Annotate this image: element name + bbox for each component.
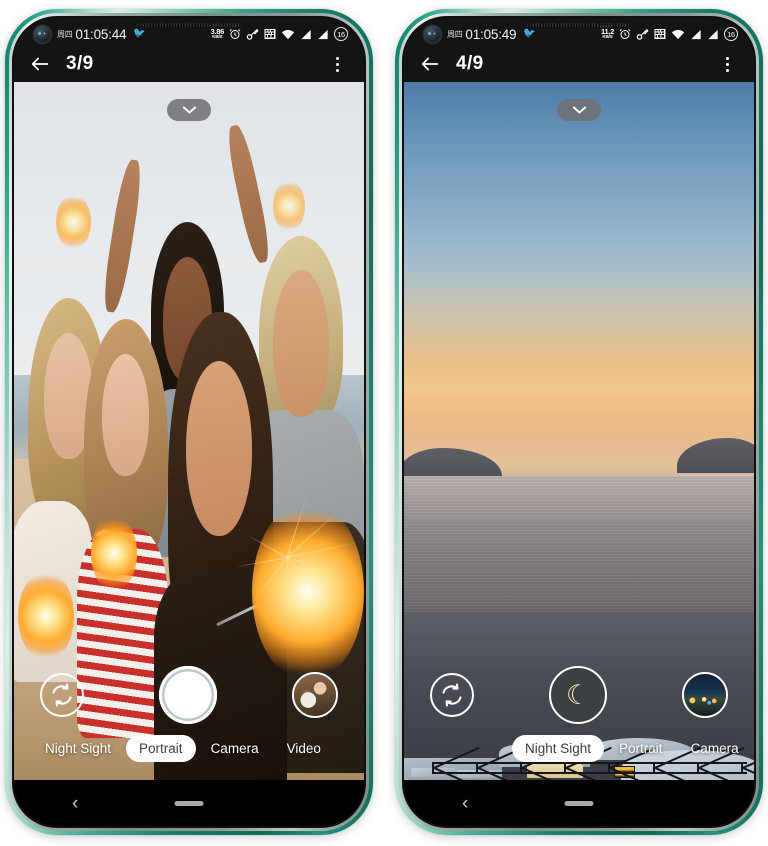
signal-icon: [690, 29, 702, 40]
sparkler-flare-top-right: [273, 179, 305, 233]
battery-indicator: 16: [334, 27, 348, 41]
network-speed-unit: KB/S: [602, 34, 613, 40]
qr-badge-icon: [264, 28, 276, 40]
app-bar: 3/9: [14, 46, 364, 82]
nav-home-pill[interactable]: [564, 800, 594, 806]
gallery-thumbnail-button[interactable]: [682, 672, 728, 718]
mode-camera[interactable]: Camera: [678, 735, 752, 762]
thumbnail-image: [294, 674, 336, 716]
page-title: 4/9: [456, 53, 484, 74]
person-b-face: [101, 354, 149, 477]
shutter-button[interactable]: [159, 666, 217, 724]
speaker-grille-icon: [137, 23, 241, 27]
mode-camera[interactable]: Camera: [198, 735, 272, 762]
network-speed-indicator: 11.2 KB/S: [601, 28, 614, 40]
alarm-icon: [229, 28, 241, 40]
app-bar: 4/9: [404, 46, 754, 82]
wifi-icon: [671, 29, 685, 40]
sparkler-flare-top-left: [56, 193, 91, 250]
signal-icon: [300, 29, 312, 40]
phone-left: 周四 01:05:44 🐦 3.86 KB/S 16 3/9 Night Sig…: [5, 9, 373, 835]
camera-viewfinder[interactable]: ☾ Night Sight Portrait Camera Video: [404, 82, 754, 780]
status-bar-left: 周四 01:05:44 🐦: [34, 25, 146, 43]
gallery-thumbnail-button[interactable]: [292, 672, 338, 718]
nav-back-button[interactable]: ‹: [72, 794, 78, 813]
overflow-menu-icon[interactable]: [326, 52, 348, 76]
nav-back-button[interactable]: ‹: [462, 794, 468, 813]
key-icon: [246, 28, 259, 41]
camera-controls: Night Sight Portrait Camera Video: [14, 654, 364, 780]
phone-mockup-stage: 周四 01:05:44 🐦 3.86 KB/S 16 3/9 Night Sig…: [0, 0, 768, 846]
camera-flip-icon[interactable]: [430, 673, 474, 717]
thumbnail-image: [684, 674, 726, 716]
status-day-label: 周四: [447, 29, 463, 39]
system-nav-bar: ‹: [404, 780, 754, 826]
phone-screen: 周四 01:05:49 🐦 11.2 KB/S 16 4/9 ☾ Night S…: [404, 18, 754, 826]
wifi-icon: [281, 29, 295, 40]
key-icon: [636, 28, 649, 41]
camera-controls: ☾ Night Sight Portrait Camera Video: [404, 654, 754, 780]
shutter-button[interactable]: ☾: [549, 666, 607, 724]
camera-mode-selector: Night Sight Portrait Camera Video: [404, 735, 754, 762]
qr-badge-icon: [654, 28, 666, 40]
punchhole-camera-icon: [424, 25, 441, 43]
mode-video[interactable]: Video: [274, 735, 334, 762]
status-bar-right: 3.86 KB/S 16: [211, 27, 348, 41]
back-arrow-icon[interactable]: [28, 52, 52, 76]
status-clock: 01:05:49: [465, 26, 517, 42]
overflow-menu-icon[interactable]: [716, 52, 738, 76]
phone-screen: 周四 01:05:44 🐦 3.86 KB/S 16 3/9 Night Sig…: [14, 18, 364, 826]
battery-indicator: 16: [724, 27, 738, 41]
mode-night-sight[interactable]: Night Sight: [512, 735, 605, 762]
nav-home-pill[interactable]: [174, 800, 204, 806]
phone-right: 周四 01:05:49 🐦 11.2 KB/S 16 4/9 ☾ Night S…: [395, 9, 763, 835]
bird-icon: 🐦: [523, 28, 536, 39]
expand-options-button[interactable]: [557, 99, 601, 121]
camera-flip-icon[interactable]: [40, 673, 84, 717]
punchhole-camera-icon: [34, 25, 51, 43]
status-bar-right: 11.2 KB/S 16: [601, 27, 738, 41]
signal-icon-2: [317, 29, 329, 40]
status-day-label: 周四: [57, 29, 73, 39]
mode-portrait[interactable]: Portrait: [606, 735, 676, 762]
sparkler-flare-small: [91, 514, 137, 592]
camera-viewfinder[interactable]: Night Sight Portrait Camera Video: [14, 82, 364, 780]
mode-portrait[interactable]: Portrait: [126, 735, 196, 762]
camera-mode-selector: Night Sight Portrait Camera Video: [14, 735, 364, 762]
person-d-face: [185, 361, 252, 536]
bird-icon: 🐦: [133, 28, 146, 39]
network-speed-indicator: 3.86 KB/S: [211, 28, 225, 40]
network-speed-unit: KB/S: [212, 34, 223, 40]
signal-icon-2: [707, 29, 719, 40]
back-arrow-icon[interactable]: [418, 52, 442, 76]
speaker-grille-icon: [527, 23, 631, 27]
expand-options-button[interactable]: [167, 99, 211, 121]
crescent-moon-icon: ☾: [565, 679, 591, 710]
system-nav-bar: ‹: [14, 780, 364, 826]
page-title: 3/9: [66, 53, 94, 74]
mode-night-sight[interactable]: Night Sight: [32, 735, 124, 762]
status-bar-left: 周四 01:05:49 🐦: [424, 25, 536, 43]
camera-controls-row: ☾: [404, 666, 754, 724]
sparkler-flare-left: [17, 570, 74, 662]
camera-controls-row: [14, 666, 364, 724]
person-e-face: [273, 270, 329, 418]
status-clock: 01:05:44: [75, 26, 127, 42]
alarm-icon: [619, 28, 631, 40]
